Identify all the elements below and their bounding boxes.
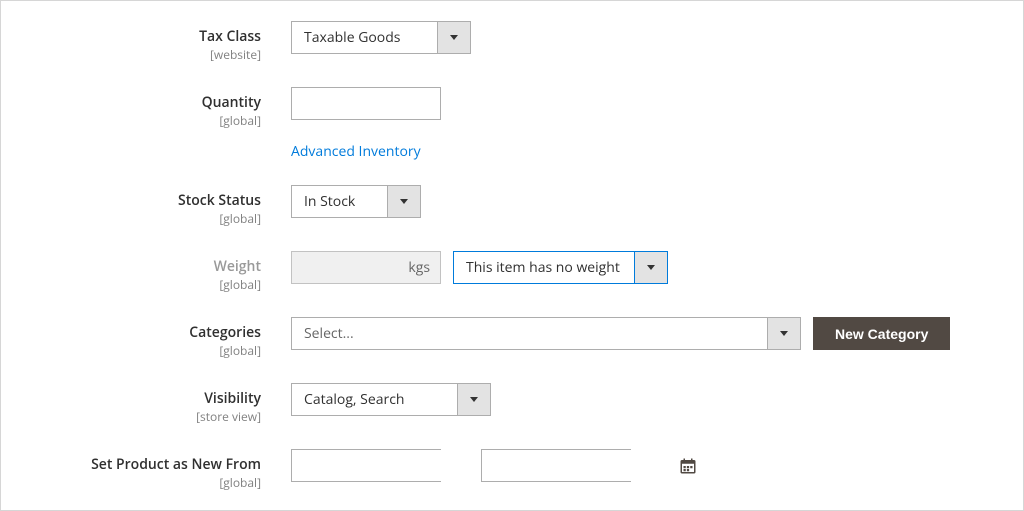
tax-class-select[interactable]: Taxable Goods bbox=[291, 21, 471, 54]
tax-class-value: Taxable Goods bbox=[292, 22, 437, 53]
weight-label-col: Weight [global] bbox=[31, 251, 291, 293]
stock-status-scope: [global] bbox=[31, 210, 261, 227]
visibility-label-col: Visibility [store view] bbox=[31, 383, 291, 425]
chevron-down-icon bbox=[400, 199, 408, 204]
new-from-row: Set Product as New From [global] To bbox=[31, 449, 993, 491]
visibility-label: Visibility bbox=[31, 389, 261, 408]
weight-type-select[interactable]: This item has no weight bbox=[453, 251, 668, 284]
visibility-dropdown-button[interactable] bbox=[457, 384, 490, 415]
quantity-label: Quantity bbox=[31, 93, 261, 112]
categories-scope: [global] bbox=[31, 342, 261, 359]
weight-scope: [global] bbox=[31, 276, 261, 293]
stock-status-value: In Stock bbox=[292, 186, 387, 217]
new-from-label: Set Product as New From bbox=[31, 455, 261, 474]
categories-select[interactable]: Select... bbox=[291, 317, 801, 350]
categories-dropdown-button[interactable] bbox=[767, 318, 800, 349]
categories-label: Categories bbox=[31, 323, 261, 342]
stock-status-label-col: Stock Status [global] bbox=[31, 185, 291, 227]
weight-label: Weight bbox=[31, 257, 261, 276]
new-to-date-field[interactable] bbox=[482, 450, 679, 481]
visibility-field: Catalog, Search bbox=[291, 383, 993, 416]
new-from-date-input[interactable] bbox=[291, 449, 441, 482]
quantity-row: Quantity [global] Advanced Inventory bbox=[31, 87, 993, 161]
new-from-scope: [global] bbox=[31, 474, 261, 491]
weight-field: kgs This item has no weight bbox=[291, 251, 993, 284]
tax-class-field: Taxable Goods bbox=[291, 21, 993, 54]
new-category-button[interactable]: New Category bbox=[813, 317, 950, 350]
tax-class-row: Tax Class [website] Taxable Goods bbox=[31, 21, 993, 63]
quantity-label-col: Quantity [global] bbox=[31, 87, 291, 129]
advanced-inventory-link[interactable]: Advanced Inventory bbox=[291, 142, 421, 161]
quantity-field: Advanced Inventory bbox=[291, 87, 993, 161]
chevron-down-icon bbox=[450, 35, 458, 40]
quantity-input[interactable] bbox=[291, 87, 441, 120]
categories-row: Categories [global] Select... New Catego… bbox=[31, 317, 993, 359]
weight-type-dropdown-button[interactable] bbox=[634, 252, 667, 283]
new-from-date-field[interactable] bbox=[292, 450, 489, 481]
categories-label-col: Categories [global] bbox=[31, 317, 291, 359]
visibility-scope: [store view] bbox=[31, 408, 261, 425]
calendar-icon-svg bbox=[679, 457, 697, 475]
calendar-icon[interactable] bbox=[679, 457, 697, 475]
tax-class-scope: [website] bbox=[31, 46, 261, 63]
visibility-row: Visibility [store view] Catalog, Search bbox=[31, 383, 993, 425]
chevron-down-icon bbox=[647, 265, 655, 270]
weight-type-value: This item has no weight bbox=[454, 252, 634, 283]
stock-status-field: In Stock bbox=[291, 185, 993, 218]
weight-unit: kgs bbox=[408, 258, 430, 277]
stock-status-label: Stock Status bbox=[31, 191, 261, 210]
visibility-select[interactable]: Catalog, Search bbox=[291, 383, 491, 416]
stock-status-row: Stock Status [global] In Stock bbox=[31, 185, 993, 227]
tax-class-dropdown-button[interactable] bbox=[437, 22, 470, 53]
new-from-label-col: Set Product as New From [global] bbox=[31, 449, 291, 491]
stock-status-dropdown-button[interactable] bbox=[387, 186, 420, 217]
chevron-down-icon bbox=[780, 331, 788, 336]
categories-placeholder: Select... bbox=[292, 318, 767, 349]
weight-row: Weight [global] kgs This item has no wei… bbox=[31, 251, 993, 293]
new-to-date-input[interactable] bbox=[481, 449, 631, 482]
quantity-scope: [global] bbox=[31, 112, 261, 129]
tax-class-label-col: Tax Class [website] bbox=[31, 21, 291, 63]
visibility-value: Catalog, Search bbox=[292, 384, 457, 415]
categories-field: Select... New Category bbox=[291, 317, 993, 350]
stock-status-select[interactable]: In Stock bbox=[291, 185, 421, 218]
weight-input-disabled: kgs bbox=[291, 251, 441, 284]
chevron-down-icon bbox=[470, 397, 478, 402]
new-from-field: To bbox=[291, 449, 993, 482]
tax-class-label: Tax Class bbox=[31, 27, 261, 46]
